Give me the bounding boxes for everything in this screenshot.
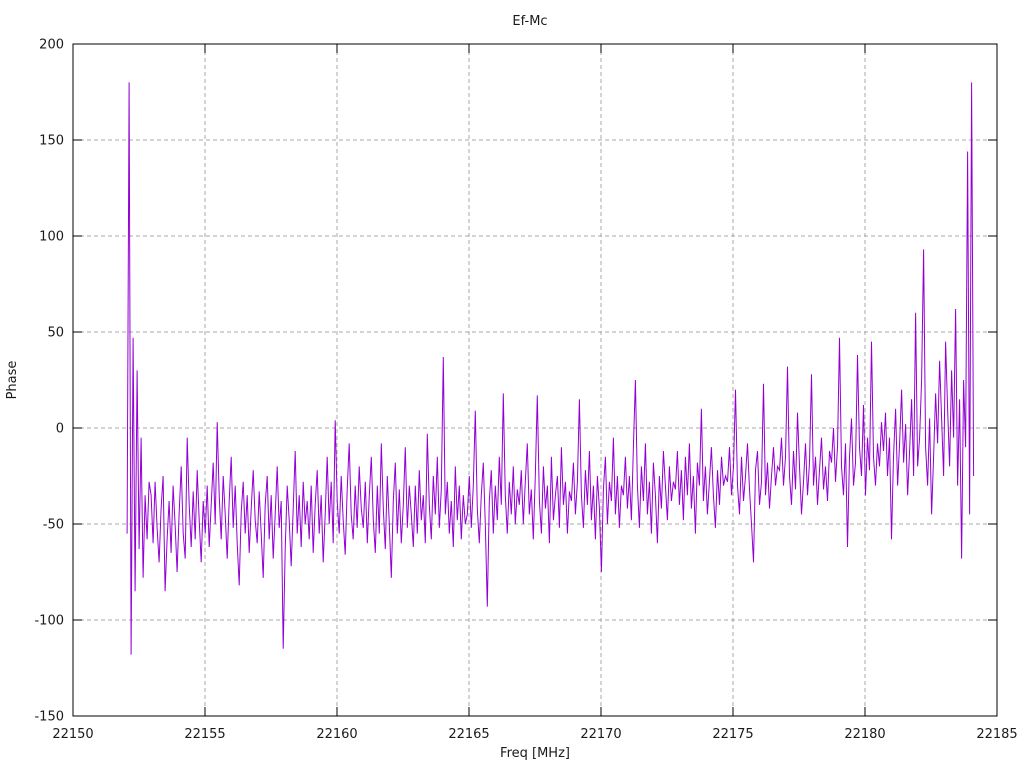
y-tick-label: 50 (47, 326, 64, 341)
gnuplot-window: 22150 22155 22160 22165 22170 22175 22180 22185… (0, 0, 1024, 768)
x-axis-label: Freq [MHz] (500, 746, 570, 761)
x-tick-label: 22150 (52, 727, 93, 742)
x-tick-label: 22155 (184, 727, 225, 742)
x-tick-label: 22185 (976, 727, 1017, 742)
y-tick-label: 0 (56, 422, 64, 437)
y-axis-label: Phase (5, 361, 20, 400)
y-tick-label: 200 (39, 38, 64, 53)
y-tick-label: -150 (34, 710, 64, 725)
y-tick-label: 150 (39, 134, 64, 149)
y-tick-label: -100 (34, 614, 64, 629)
x-tick-label: 22175 (712, 727, 753, 742)
data-line (126, 82, 975, 655)
phase-chart: 22150 22155 22160 22165 22170 22175 22180 22185… (5, 14, 1018, 761)
x-tick-label: 22180 (844, 727, 885, 742)
y-tick-label: -50 (43, 518, 64, 533)
x-tick-label: 22160 (316, 727, 357, 742)
x-tick-label: 22170 (580, 727, 621, 742)
chart-title: Ef-Mc (512, 14, 547, 29)
x-tick-label: 22165 (448, 727, 489, 742)
y-tick-label: 100 (39, 230, 64, 245)
